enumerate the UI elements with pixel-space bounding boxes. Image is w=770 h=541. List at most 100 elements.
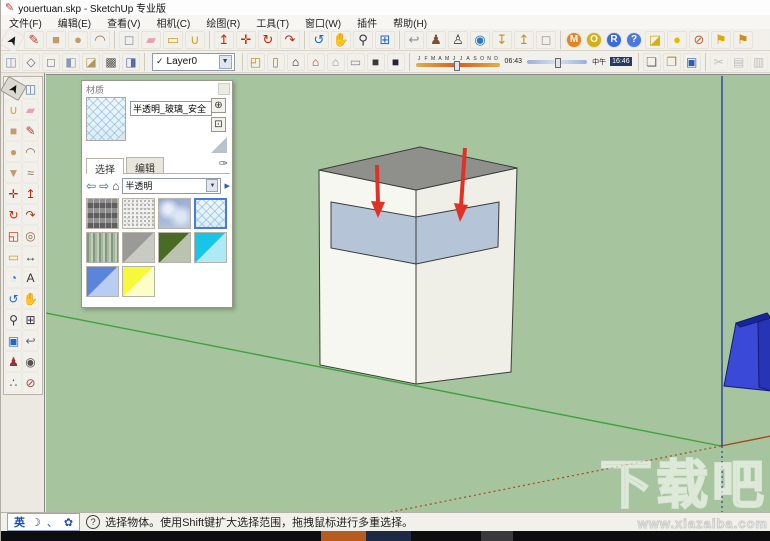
plugin-box-icon[interactable]: ◰	[247, 53, 265, 71]
plugin-house-icon[interactable]: ⌂	[287, 53, 305, 71]
material-green-tinted[interactable]	[158, 232, 191, 263]
line-tool[interactable]: ✎	[22, 120, 39, 141]
default-material-button[interactable]: ⊡	[211, 117, 226, 132]
menu-item-6[interactable]: 窗口(W)	[297, 15, 349, 30]
paint-bucket-tool[interactable]: ∪	[185, 31, 205, 49]
previous-view-tool[interactable]: ↩	[22, 330, 39, 351]
back-arrow-icon[interactable]: ⇦	[86, 179, 96, 193]
sphere-icon[interactable]: ●	[667, 31, 687, 49]
help-icon[interactable]: ?	[86, 515, 100, 529]
create-material-button[interactable]: ⊕	[211, 98, 226, 113]
collection-dropdown[interactable]: 半透明 ▼	[122, 178, 221, 194]
rectangle-tool[interactable]: ■	[5, 120, 22, 141]
label-icon[interactable]: ◪	[645, 31, 665, 49]
plugin-panel-icon[interactable]: ▭	[347, 53, 365, 71]
dimension-tool[interactable]: ↔	[22, 246, 39, 267]
pan-tool[interactable]: ✋	[22, 288, 39, 309]
materials-dialog-close-button[interactable]	[218, 83, 230, 95]
collection-dropdown-arrow-icon[interactable]: ▼	[206, 179, 218, 192]
home-icon[interactable]: ⌂	[112, 179, 119, 193]
menu-item-4[interactable]: 绘图(R)	[198, 15, 248, 30]
select-tool[interactable]: ➤	[0, 26, 25, 52]
shaded-mode[interactable]: ◧	[62, 53, 80, 71]
wireframe-mode[interactable]: ◇	[22, 53, 40, 71]
push-pull-tool[interactable]: ↥	[22, 183, 39, 204]
line-tool[interactable]: ✎	[24, 31, 44, 49]
plugin-house3-icon[interactable]: ⌂	[327, 53, 345, 71]
previous-view-tool[interactable]: ↩	[404, 31, 424, 49]
warehouse-icon[interactable]: ◻	[536, 31, 556, 49]
look-around-tool[interactable]: ◉	[22, 351, 39, 372]
new-file-icon[interactable]: ❏	[643, 53, 661, 71]
shadow-time-slider[interactable]	[527, 60, 587, 64]
text-tool[interactable]: A	[22, 267, 39, 288]
plugin-door-icon[interactable]: ▯	[267, 53, 285, 71]
freehand-tool[interactable]: ≈	[22, 162, 39, 183]
ime-punctuation-icon[interactable]: 、	[47, 514, 58, 530]
material-cyan-tinted[interactable]	[194, 232, 227, 263]
detail-pane-icon[interactable]: ▸	[224, 179, 230, 192]
polygon-tool[interactable]: ▼	[5, 162, 22, 183]
ime-settings-icon[interactable]: ✿	[64, 516, 73, 529]
pan-tool[interactable]: ✋	[331, 31, 351, 49]
tape-measure-tool[interactable]: ▭	[163, 31, 183, 49]
walk-tool[interactable]: ♙	[448, 31, 468, 49]
forward-arrow-icon[interactable]: ⇨	[99, 179, 109, 193]
material-speckled[interactable]	[122, 198, 155, 229]
google-earth-icon[interactable]: ◉	[470, 31, 490, 49]
paint-bucket-tool[interactable]: ∪	[5, 99, 22, 120]
move-tool[interactable]: ✛	[236, 31, 256, 49]
materials-tab-1[interactable]: 编辑	[126, 157, 164, 173]
zoom-extents-tool[interactable]: ⊞	[375, 31, 395, 49]
materials-tab-0[interactable]: 选择	[86, 158, 124, 174]
material-striped-glass[interactable]	[86, 232, 119, 263]
material-sky-clouds[interactable]	[158, 198, 191, 229]
open-file-icon[interactable]: ❐	[663, 53, 681, 71]
follow-me-tool[interactable]: ↷	[280, 31, 300, 49]
monochrome-mode[interactable]: ▩	[102, 53, 120, 71]
zoom-extents-tool[interactable]: ▣	[5, 330, 22, 351]
zoom-tool[interactable]: ⚲	[353, 31, 373, 49]
copy-icon[interactable]: ▤	[730, 53, 748, 71]
plugin-compass-badge[interactable]: O	[586, 32, 602, 48]
hidden-line-mode[interactable]: ◻	[42, 53, 60, 71]
scale-tool[interactable]: ◱	[5, 225, 22, 246]
menu-item-3[interactable]: 相机(C)	[148, 15, 198, 30]
layer-dropdown[interactable]: ✓ Layer0 ▼	[152, 53, 235, 71]
material-safety-glass[interactable]	[194, 198, 227, 229]
dark-cube-icon[interactable]: ■	[367, 53, 385, 71]
xray-mode[interactable]: ◫	[2, 53, 20, 71]
plugin-help-badge[interactable]: ?	[626, 32, 642, 48]
share-model-icon[interactable]: ↥	[514, 31, 534, 49]
plugin-r-badge[interactable]: R	[606, 32, 622, 48]
section-plane-icon[interactable]: ⊘	[689, 31, 709, 49]
material-name-input[interactable]	[130, 101, 212, 116]
circle-tool[interactable]: ●	[68, 31, 88, 49]
circle-tool[interactable]: ●	[5, 141, 22, 162]
zoom-window-tool[interactable]: ⊞	[22, 309, 39, 330]
plugin-m-badge[interactable]: M	[566, 32, 582, 48]
flag2-icon[interactable]: ⚑	[733, 31, 753, 49]
push-pull-tool[interactable]: ↥	[214, 31, 234, 49]
save-file-icon[interactable]: ▣	[683, 53, 701, 71]
eyedropper-icon[interactable]: ✑	[219, 157, 228, 170]
orbit-tool[interactable]: ↺	[309, 31, 329, 49]
plugin-house2-icon[interactable]: ⌂	[307, 53, 325, 71]
orbit-tool[interactable]: ↺	[5, 288, 22, 309]
protractor-tool[interactable]: ◔	[5, 267, 22, 288]
material-blue-tinted[interactable]	[86, 266, 119, 297]
arc-tool[interactable]: ◠	[90, 31, 110, 49]
menu-item-5[interactable]: 工具(T)	[248, 15, 297, 30]
eraser-tool[interactable]: ▰	[22, 99, 39, 120]
section-plane-tool[interactable]: ⊘	[22, 372, 39, 393]
ime-moon-icon[interactable]: ☽	[31, 516, 41, 529]
menu-item-2[interactable]: 查看(V)	[99, 15, 148, 30]
cut-icon[interactable]: ✂	[710, 53, 728, 71]
rotate-tool[interactable]: ↻	[5, 204, 22, 225]
menu-item-7[interactable]: 插件	[349, 15, 385, 30]
eraser-tool[interactable]: ▰	[141, 31, 161, 49]
textured-mode[interactable]: ◪	[82, 53, 100, 71]
material-gray-tinted[interactable]	[122, 232, 155, 263]
menu-item-8[interactable]: 帮助(H)	[385, 15, 435, 30]
walk-tool[interactable]: ∴	[5, 372, 22, 393]
